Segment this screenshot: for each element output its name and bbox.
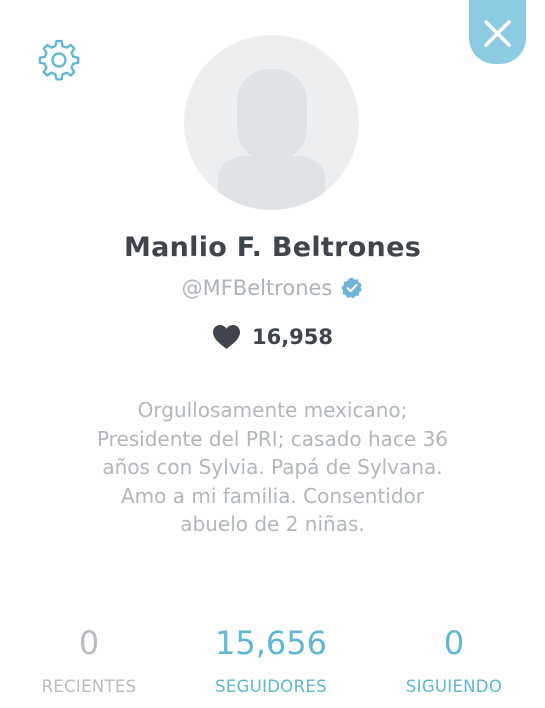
stat-recientes[interactable]: 0 RECIENTES [0, 620, 179, 696]
profile-bio: Orgullosamente mexicano; Presidente del … [60, 396, 485, 539]
recientes-label: RECIENTES [41, 677, 137, 696]
bio-line: Orgullosamente mexicano; [137, 398, 408, 422]
avatar [184, 35, 359, 210]
handle-row: @MFBeltrones [0, 276, 545, 300]
siguiendo-label: SIGUIENDO [405, 677, 503, 696]
close-icon [484, 20, 511, 47]
stats-bar: 0 RECIENTES 15,656 SEGUIDORES 0 SIGUIEND… [0, 620, 545, 708]
verified-badge-icon [341, 277, 363, 299]
hearts-count: 16,958 [251, 325, 334, 349]
profile-handle: @MFBeltrones [181, 276, 333, 300]
heart-icon [212, 325, 240, 349]
bio-line: abuelo de 2 niñas. [180, 512, 365, 536]
bio-line: Presidente del PRI; casado hace 36 [96, 426, 449, 451]
bio-line: años con Sylvia. Papá de Sylvana. [102, 455, 443, 479]
bio-line: Amo a mi familia. Consentidor [120, 483, 425, 508]
gear-icon [38, 39, 80, 81]
siguiendo-count: 0 [443, 624, 465, 662]
seguidores-label: SEGUIDORES [215, 677, 327, 696]
seguidores-count: 15,656 [215, 624, 327, 662]
stat-seguidores[interactable]: 15,656 SEGUIDORES [181, 620, 361, 696]
profile-name: Manlio F. Beltrones [123, 232, 422, 263]
settings-button[interactable] [37, 38, 81, 82]
recientes-count: 0 [78, 624, 100, 662]
hearts-row: 16,958 [0, 324, 545, 350]
close-button[interactable] [469, 0, 526, 64]
stat-siguiendo[interactable]: 0 SIGUIENDO [364, 620, 544, 696]
default-avatar-icon [218, 69, 325, 210]
